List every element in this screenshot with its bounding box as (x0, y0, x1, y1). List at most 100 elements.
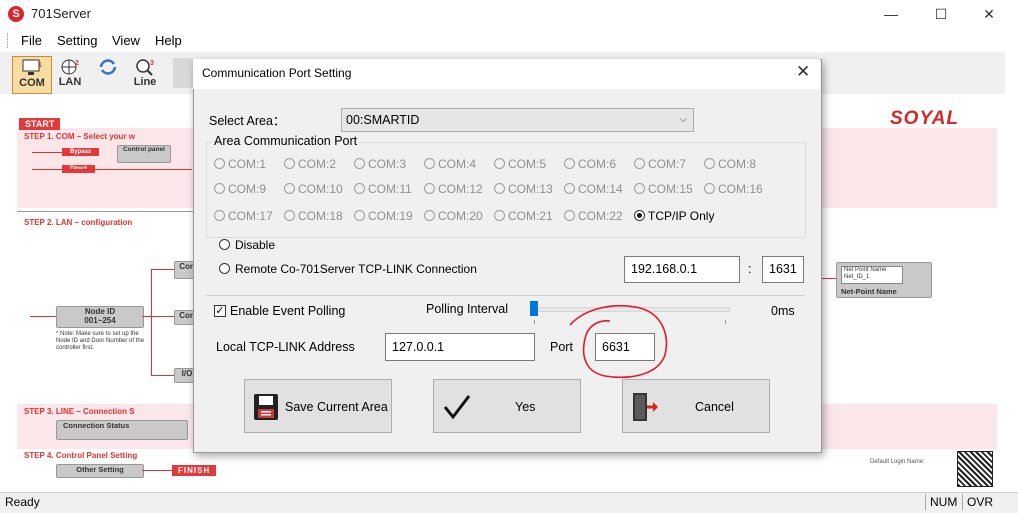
polling-interval-slider-thumb[interactable] (530, 301, 538, 316)
status-bar (0, 492, 1018, 513)
port-label: COM:12 (438, 182, 483, 196)
dialog-close-button[interactable]: ✕ (796, 62, 810, 82)
node-note: * Note: Make sure to set up the Node ID … (56, 331, 145, 351)
menu-help[interactable]: Help (155, 33, 182, 48)
disable-label: Disable (235, 238, 276, 252)
remote-ip-field[interactable]: 192.168.0.1 (624, 256, 740, 283)
port-radio[interactable] (284, 210, 295, 221)
port-label: COM:7 (648, 157, 687, 171)
remote-connection-radio[interactable] (219, 263, 230, 274)
port-label: TCP/IP Only (648, 209, 715, 223)
com-toolbar-button[interactable]: 1 COM (12, 56, 52, 94)
minimize-button[interactable]: — (868, 0, 914, 28)
partial-toolbar-button[interactable] (173, 58, 193, 88)
port-radio[interactable] (424, 183, 435, 194)
lan-toolbar-label: LAN (58, 76, 82, 88)
connector-line (820, 278, 836, 279)
polling-interval-label: Polling Interval (426, 302, 508, 316)
port-label: COM:14 (578, 182, 623, 196)
port-label: COM:1 (228, 157, 267, 171)
port-radio[interactable] (214, 183, 225, 194)
remote-port-field[interactable]: 1631 (762, 256, 804, 283)
chevron-down-icon: ⌵ (679, 114, 687, 125)
enable-polling-checkbox[interactable]: ✓ (214, 305, 226, 317)
node-id-label: Node ID (84, 307, 116, 316)
step1-label: STEP 1. COM – Select your w (24, 132, 135, 141)
port-radio[interactable] (354, 210, 365, 221)
connector-line (151, 269, 152, 375)
connector-line (32, 169, 192, 170)
port-label: COM:15 (648, 182, 693, 196)
floppy-disk-icon (254, 394, 278, 420)
svg-text:1: 1 (38, 62, 42, 69)
disable-radio[interactable] (219, 239, 230, 250)
connector-line (32, 152, 62, 153)
port-radio[interactable] (564, 158, 575, 169)
port-label: COM:11 (368, 182, 412, 196)
port-label: COM:22 (578, 209, 623, 223)
monitor-icon: 1 (22, 59, 42, 75)
polling-interval-value: 0ms (771, 304, 795, 318)
port-radio[interactable] (494, 158, 505, 169)
slider-tick (534, 320, 535, 324)
port-label: COM:9 (228, 182, 267, 196)
port-radio[interactable] (634, 210, 645, 221)
app-logo-icon: S (8, 6, 24, 22)
port-radio[interactable] (564, 210, 575, 221)
select-area-value: 00:SMARTID (346, 113, 420, 127)
maximize-button[interactable]: ☐ (918, 0, 964, 28)
exit-door-icon (633, 393, 658, 421)
step2-label: STEP 2. LAN – configuration (24, 218, 133, 227)
port-label: COM:8 (718, 157, 757, 171)
port-radio[interactable] (284, 158, 295, 169)
cancel-button[interactable]: Cancel (622, 379, 770, 433)
slider-tick (725, 320, 726, 324)
menu-setting[interactable]: Setting (57, 33, 97, 48)
port-radio[interactable] (284, 183, 295, 194)
port-label: COM:16 (718, 182, 763, 196)
net-point-field-value: Net_ID_1 (844, 274, 870, 280)
select-area-combobox[interactable]: 00:SMARTID ⌵ (341, 108, 694, 132)
port-radio[interactable] (214, 210, 225, 221)
line-toolbar-label: Line (133, 76, 157, 88)
control-panel-box: Control panel (117, 145, 171, 163)
port-radio[interactable] (494, 183, 505, 194)
start-tag: START (19, 118, 61, 130)
port-radio[interactable] (214, 158, 225, 169)
port-radio[interactable] (704, 183, 715, 194)
cancel-button-label: Cancel (695, 400, 734, 414)
qr-code (957, 451, 993, 487)
port-radio[interactable] (494, 210, 505, 221)
port-radio[interactable] (704, 158, 715, 169)
search-globe-icon: 3 (136, 59, 154, 76)
status-ovr: OVR (962, 494, 997, 510)
finish-tag: FINISH (172, 465, 217, 476)
port-label: COM:3 (368, 157, 407, 171)
lan-toolbar-button[interactable]: 2 LAN (53, 56, 87, 92)
menu-bar (0, 28, 1018, 52)
port-radio[interactable] (424, 158, 435, 169)
port-radio[interactable] (354, 158, 365, 169)
local-address-label: Local TCP-LINK Address (216, 340, 355, 354)
save-current-area-button[interactable]: Save Current Area (244, 379, 392, 433)
connector-line (151, 375, 176, 376)
net-point-name-label: Net-Point Name (841, 287, 897, 296)
menu-file[interactable]: File (21, 33, 42, 48)
port-label: COM:19 (368, 209, 413, 223)
port-radio[interactable] (354, 183, 365, 194)
close-window-button[interactable]: ✕ (966, 0, 1012, 28)
connection-status-box: Connection Status (56, 420, 188, 440)
step3-label: STEP 3. LINE – Connection S (24, 407, 135, 416)
port-label: COM:4 (438, 157, 477, 171)
port-radio[interactable] (424, 210, 435, 221)
refresh-toolbar-button[interactable] (91, 56, 125, 92)
port-radio[interactable] (634, 158, 645, 169)
svg-text:3: 3 (150, 60, 154, 67)
local-ip-field[interactable]: 127.0.0.1 (385, 333, 535, 361)
yes-button[interactable]: Yes (433, 379, 581, 433)
line-toolbar-button[interactable]: 3 Line (128, 56, 162, 92)
menu-view[interactable]: View (112, 33, 140, 48)
port-radio[interactable] (634, 183, 645, 194)
port-radio[interactable] (564, 183, 575, 194)
remote-connection-label: Remote Co-701Server TCP-LINK Connection (235, 262, 477, 276)
